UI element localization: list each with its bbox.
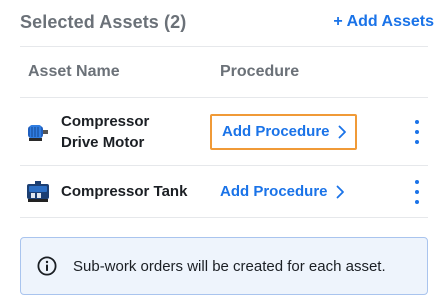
column-procedure: Procedure [220, 63, 300, 80]
chevron-right-icon [338, 125, 346, 138]
add-procedure-label: Add Procedure [220, 183, 328, 200]
more-options-icon[interactable] [412, 179, 422, 204]
info-banner: Sub-work orders will be created for each… [20, 237, 428, 295]
chevron-right-icon [336, 185, 344, 198]
selected-assets-header: Selected Assets (2) + Add Assets [20, 0, 434, 44]
asset-name-line: Drive Motor [61, 133, 145, 151]
motor-icon [28, 124, 48, 141]
table-row: Compressor Tank Add Procedure [20, 166, 428, 218]
column-asset-name: Asset Name [28, 63, 120, 80]
add-procedure-button[interactable]: Add Procedure [210, 174, 353, 210]
table-header: Asset Name Procedure [20, 46, 428, 98]
add-procedure-button[interactable]: Add Procedure [210, 113, 357, 150]
table-row: Compressor Drive Motor Add Procedure [20, 98, 428, 166]
asset-name: Compressor Tank [61, 183, 188, 200]
add-procedure-label: Add Procedure [222, 123, 330, 140]
add-assets-button[interactable]: + Add Assets [333, 13, 434, 31]
more-options-icon[interactable] [412, 119, 422, 144]
selected-assets-title: Selected Assets (2) [20, 11, 187, 32]
asset-name: Compressor Drive Motor [61, 111, 171, 153]
info-banner-text: Sub-work orders will be created for each… [73, 257, 386, 275]
compressor-tank-icon [27, 180, 49, 202]
info-icon [37, 256, 57, 276]
asset-name-line: Compressor [61, 112, 150, 130]
